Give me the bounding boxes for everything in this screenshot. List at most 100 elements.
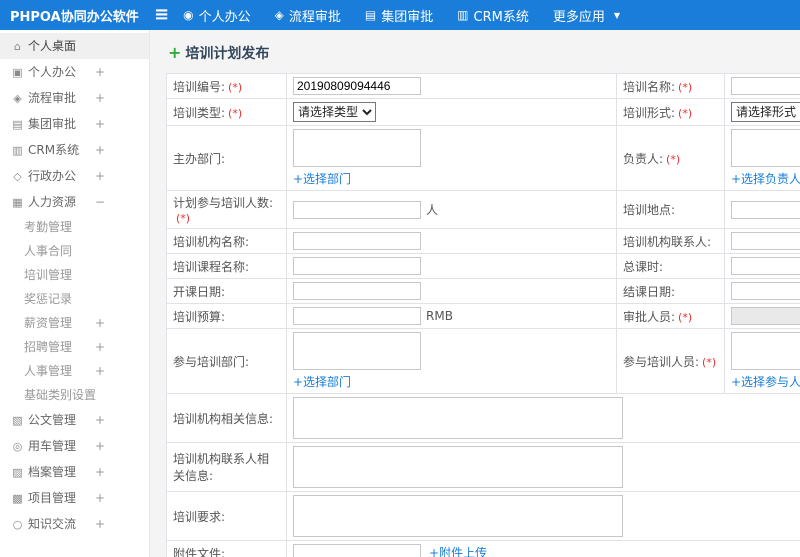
requirements-textarea[interactable]	[293, 495, 623, 537]
budget-input[interactable]	[293, 307, 421, 325]
approver-input[interactable]	[731, 307, 800, 325]
sidebar-item-label: 个人办公	[28, 65, 77, 79]
archive-icon: ▨	[12, 466, 23, 479]
select-department-link[interactable]: +选择部门	[293, 375, 351, 389]
sidebar-subitem-recruiting[interactable]: 招聘管理 +	[0, 335, 149, 359]
participate-people-textarea[interactable]	[731, 332, 800, 370]
sidebar-subitem-hr-contract[interactable]: 人事合同	[0, 239, 149, 263]
org-contact-info-textarea[interactable]	[293, 446, 623, 488]
sidebar-item-label: 奖惩记录	[24, 292, 73, 306]
start-date-input[interactable]	[293, 282, 421, 300]
hr-icon: ▦	[12, 196, 23, 209]
expand-toggle[interactable]: +	[95, 459, 105, 485]
training-location-input[interactable]	[731, 200, 800, 219]
expand-toggle[interactable]: +	[95, 59, 105, 85]
sidebar-item-label: 人事管理	[24, 364, 73, 378]
expand-toggle[interactable]: +	[95, 335, 105, 359]
field-label: 参与培训部门:	[173, 354, 250, 369]
sidebar-item-label: 项目管理	[28, 491, 77, 505]
org-contact-input[interactable]	[731, 232, 800, 250]
personal-office-icon: ▣	[12, 66, 23, 79]
expand-toggle[interactable]: +	[95, 485, 105, 511]
sidebar-subitem-personnel[interactable]: 人事管理 +	[0, 359, 149, 383]
sidebar-item-projects[interactable]: ▩ 项目管理 +	[0, 485, 149, 511]
course-name-input[interactable]	[293, 257, 421, 275]
hamburger-menu-icon[interactable]: ≡	[154, 6, 169, 24]
nav-label: 更多应用	[552, 9, 605, 25]
nav-label: 个人办公	[198, 9, 251, 25]
attachment-upload-link[interactable]: +附件上传	[429, 546, 487, 557]
collapse-toggle[interactable]: −	[95, 189, 105, 215]
topbar: PHPOA协同办公软件 ≡ ◉ 个人办公 ◈ 流程审批 ▤ 集团审批 ▥ CRM…	[0, 0, 800, 30]
training-type-select[interactable]: 请选择类型	[293, 102, 376, 122]
sidebar-item-vehicle[interactable]: ◎ 用车管理 +	[0, 433, 149, 459]
nav-group-approval[interactable]: ▤ 集团审批	[365, 6, 433, 25]
expand-toggle[interactable]: +	[95, 311, 105, 335]
end-date-input[interactable]	[731, 282, 800, 300]
expand-toggle[interactable]: +	[95, 163, 105, 189]
sidebar-item-crm[interactable]: ▥ CRM系统 +	[0, 137, 149, 163]
table-row: 培训机构联系人相关信息:	[166, 442, 800, 492]
sidebar-item-personal-office[interactable]: ▣ 个人办公 +	[0, 59, 149, 85]
sidebar-subitem-base-categories[interactable]: 基础类别设置	[0, 383, 149, 407]
planned-participants-input[interactable]	[293, 200, 421, 219]
select-leader-link[interactable]: +选择负责人	[731, 172, 800, 186]
expand-toggle[interactable]: +	[95, 85, 105, 111]
nav-label: 集团审批	[381, 9, 434, 25]
sidebar-item-label: 知识交流	[28, 517, 77, 531]
required-mark: (*)	[176, 212, 191, 225]
sidebar-item-hr[interactable]: ▦ 人力资源 −	[0, 189, 149, 215]
expand-toggle[interactable]: +	[95, 359, 105, 383]
crm-icon: ▥	[12, 144, 23, 157]
field-label: 培训机构名称:	[173, 234, 250, 249]
expand-toggle[interactable]: +	[95, 407, 105, 433]
sidebar-item-label: 用车管理	[28, 439, 77, 453]
org-info-textarea[interactable]	[293, 397, 623, 439]
expand-toggle[interactable]: +	[95, 137, 105, 163]
sidebar-subitem-attendance[interactable]: 考勤管理	[0, 215, 149, 239]
sidebar-subitem-training[interactable]: 培训管理	[0, 263, 149, 287]
leader-textarea[interactable]	[731, 129, 800, 167]
nav-workflow-approval[interactable]: ◈ 流程审批	[275, 6, 341, 25]
table-row: 培训预算: RMB 审批人员:(*) +选择审批人员	[166, 303, 800, 329]
expand-toggle[interactable]: +	[95, 511, 105, 537]
sidebar-item-desktop[interactable]: ⌂ 个人桌面	[0, 33, 149, 59]
top-navigation: ◉ 个人办公 ◈ 流程审批 ▤ 集团审批 ▥ CRM系统 更多应用 ▼	[183, 6, 620, 25]
document-icon: ▧	[12, 414, 23, 427]
desktop-icon: ⌂	[14, 40, 21, 53]
field-label: 培训机构相关信息:	[173, 411, 274, 426]
expand-toggle[interactable]: +	[95, 111, 105, 137]
training-number-input[interactable]	[293, 77, 421, 95]
nav-crm[interactable]: ▥ CRM系统	[457, 6, 529, 25]
field-label: 培训地点:	[623, 203, 676, 217]
training-form-select[interactable]: 请选择形式	[731, 102, 800, 122]
nav-label: CRM系统	[473, 9, 529, 25]
select-participants-link[interactable]: +选择参与人员	[731, 375, 800, 389]
total-hours-input[interactable]	[731, 257, 800, 275]
sidebar-item-label: 薪资管理	[24, 316, 73, 330]
select-department-link[interactable]: +选择部门	[293, 172, 351, 186]
sidebar-item-group-approval[interactable]: ▤ 集团审批 +	[0, 111, 149, 137]
sidebar-subitem-rewards[interactable]: 奖惩记录	[0, 287, 149, 311]
currency-suffix: RMB	[426, 309, 453, 323]
sidebar-item-admin-office[interactable]: ◇ 行政办公 +	[0, 163, 149, 189]
attachment-input[interactable]	[293, 544, 421, 557]
expand-toggle[interactable]: +	[95, 433, 105, 459]
sidebar-item-knowledge[interactable]: ○ 知识交流 +	[0, 511, 149, 537]
nav-more-apps[interactable]: 更多应用 ▼	[553, 6, 620, 25]
org-name-input[interactable]	[293, 232, 421, 250]
sidebar-item-documents[interactable]: ▧ 公文管理 +	[0, 407, 149, 433]
table-row: 计划参与培训人数: (*) 人 培训地点:	[166, 190, 800, 229]
participate-department-textarea[interactable]	[293, 332, 421, 370]
table-row: 参与培训部门: +选择部门 参与培训人员:(*) +选择参与人员	[166, 328, 800, 394]
sidebar-item-archives[interactable]: ▨ 档案管理 +	[0, 459, 149, 485]
sidebar-subitem-salary[interactable]: 薪资管理 +	[0, 311, 149, 335]
field-label: 培训类型:	[173, 105, 226, 120]
training-name-input[interactable]	[731, 77, 800, 95]
workflow-icon: ◈	[274, 8, 284, 22]
nav-personal-office[interactable]: ◉ 个人办公	[183, 6, 251, 25]
vehicle-icon: ◎	[12, 440, 23, 453]
required-mark: (*)	[666, 152, 681, 166]
sidebar-item-workflow[interactable]: ◈ 流程审批 +	[0, 85, 149, 111]
host-department-textarea[interactable]	[293, 129, 421, 167]
